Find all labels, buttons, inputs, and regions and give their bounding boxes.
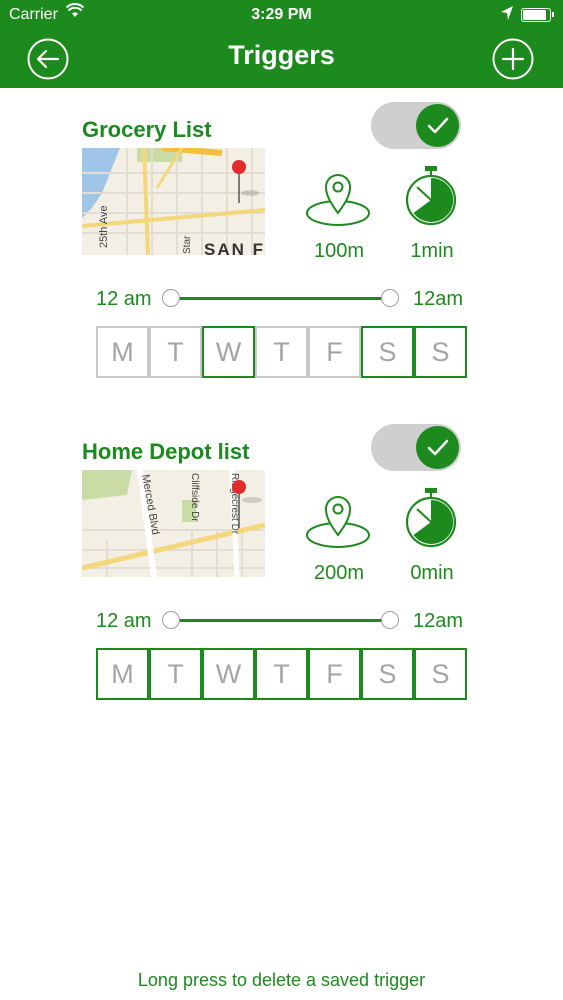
toggle-knob <box>416 426 459 469</box>
map-pin-icon <box>232 160 246 174</box>
weekday-selector: M T W T F S S <box>96 326 468 378</box>
trigger-map[interactable]: 25th Ave Star SAN F <box>82 148 265 255</box>
plus-icon <box>492 38 534 80</box>
radius-value: 100m <box>313 240 365 262</box>
battery-icon <box>521 8 554 22</box>
day-saturday[interactable]: S <box>361 648 414 700</box>
trigger-name: Grocery List <box>82 117 212 142</box>
slider-start-label: 12 am <box>96 288 152 310</box>
delay-value: 1min <box>410 240 454 262</box>
day-thursday[interactable]: T <box>255 648 308 700</box>
stopwatch-icon <box>405 166 457 226</box>
day-friday[interactable]: F <box>308 648 361 700</box>
map-label: Star <box>182 235 193 254</box>
day-monday[interactable]: M <box>96 648 149 700</box>
radius-value: 200m <box>313 562 365 584</box>
checkmark-icon <box>427 117 449 134</box>
trigger-toggle[interactable] <box>371 102 461 149</box>
time-start-handle[interactable] <box>162 611 180 629</box>
day-wednesday[interactable]: W <box>202 326 255 378</box>
map-label: 25th Ave <box>98 205 110 248</box>
time-start-handle[interactable] <box>162 289 180 307</box>
location-pin-icon <box>306 174 370 226</box>
slider-end-label: 12am <box>413 288 464 310</box>
trigger-name: Home Depot list <box>82 439 250 464</box>
delete-hint: Long press to delete a saved trigger <box>137 970 426 990</box>
time-range-track[interactable] <box>172 297 390 300</box>
slider-end-label: 12am <box>413 610 464 632</box>
page-title: Triggers <box>228 40 335 70</box>
status-bar: Carrier 3:29 PM <box>0 0 563 30</box>
add-trigger-button[interactable] <box>492 38 534 80</box>
day-thursday[interactable]: T <box>255 326 308 378</box>
delay-value: 0min <box>410 562 454 584</box>
stopwatch-icon <box>405 488 457 548</box>
map-label: Cliffside Dr <box>189 473 200 522</box>
day-tuesday[interactable]: T <box>149 648 202 700</box>
day-sunday[interactable]: S <box>414 648 467 700</box>
day-saturday[interactable]: S <box>361 326 414 378</box>
trigger-map[interactable]: Merced Blvd Cliffside Dr Ridgecrest Dr <box>82 470 265 577</box>
location-pin-icon <box>306 496 370 548</box>
nav-header: Carrier 3:29 PM Triggers <box>0 0 563 88</box>
checkmark-icon <box>427 439 449 456</box>
time-range-track[interactable] <box>172 619 390 622</box>
day-monday[interactable]: M <box>96 326 149 378</box>
status-time: 3:29 PM <box>251 6 312 23</box>
time-end-handle[interactable] <box>381 611 399 629</box>
location-arrow-icon <box>500 5 514 26</box>
map-label: SAN F <box>204 240 265 255</box>
weekday-selector: M T W T F S S <box>96 648 468 700</box>
day-tuesday[interactable]: T <box>149 326 202 378</box>
slider-start-label: 12 am <box>96 610 152 632</box>
time-end-handle[interactable] <box>381 289 399 307</box>
day-sunday[interactable]: S <box>414 326 467 378</box>
map-pin-icon <box>232 480 246 494</box>
toggle-knob <box>416 104 459 147</box>
day-friday[interactable]: F <box>308 326 361 378</box>
day-wednesday[interactable]: W <box>202 648 255 700</box>
trigger-toggle[interactable] <box>371 424 461 471</box>
